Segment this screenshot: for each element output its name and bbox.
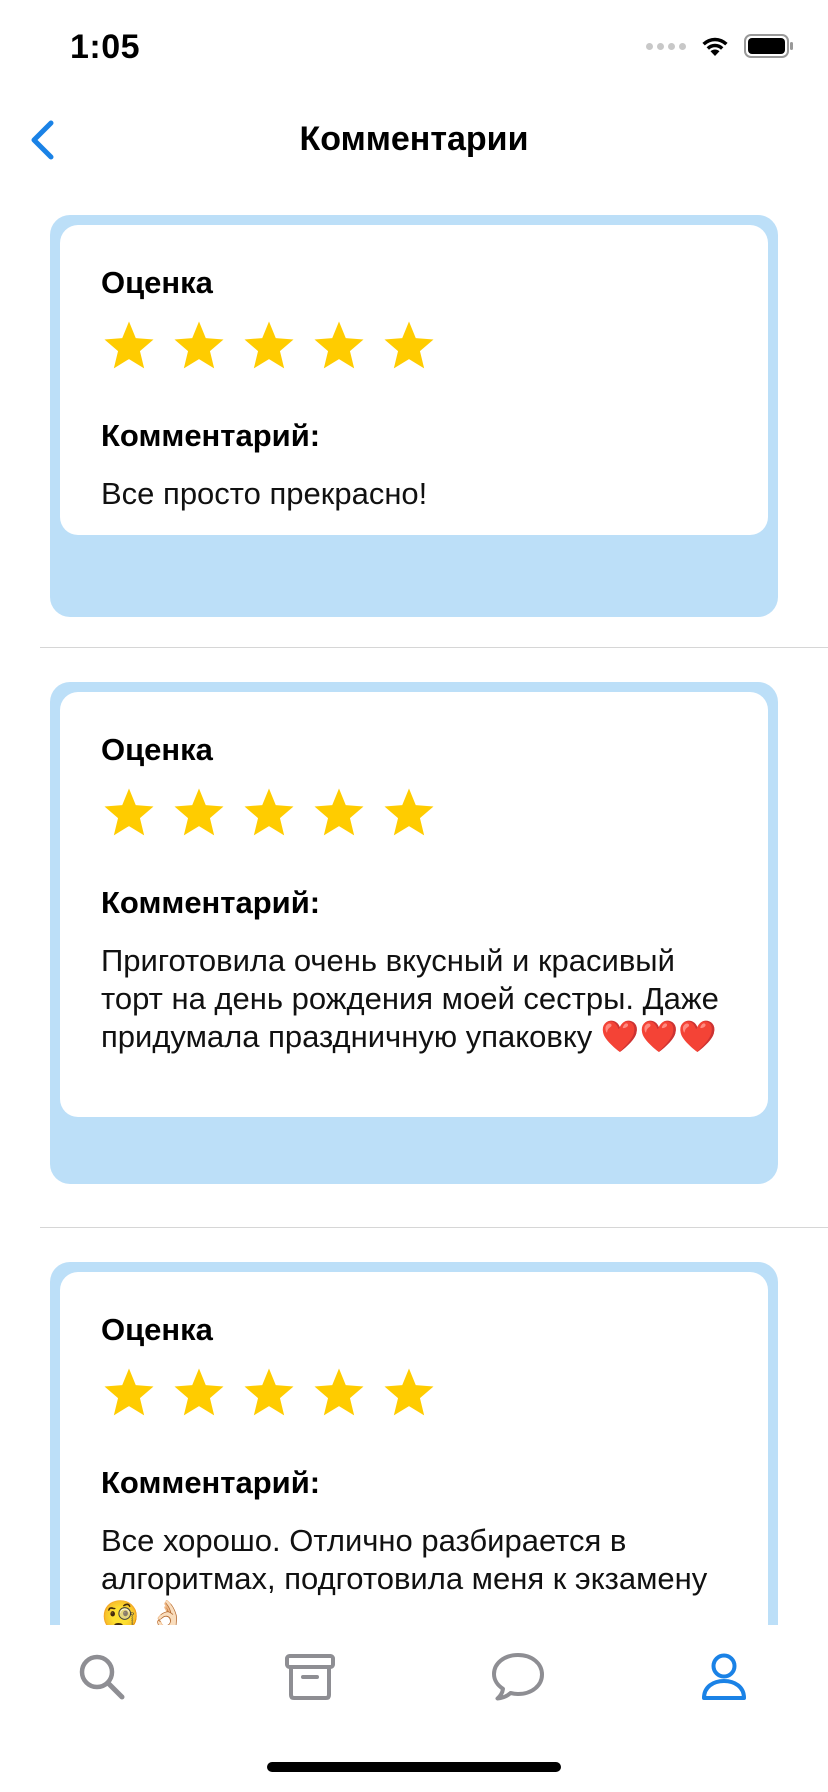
rating-label: Оценка [101, 732, 213, 767]
tab-messages[interactable] [478, 1637, 558, 1717]
star-icon [384, 321, 434, 369]
profile-icon [702, 1653, 746, 1700]
star-icon [384, 1368, 434, 1416]
page-title: Комментарии [299, 120, 529, 158]
divider [40, 1227, 828, 1228]
star-rating [101, 1365, 437, 1421]
star-icon [104, 788, 154, 836]
divider [40, 647, 828, 648]
chat-bubble-icon [492, 1653, 544, 1701]
wifi-icon [702, 37, 728, 56]
star-icon [244, 788, 294, 836]
rating-label: Оценка [101, 1312, 213, 1347]
star-rating [101, 785, 437, 841]
review-content: Оценка Комментарий: Все просто прекрасно… [60, 225, 768, 535]
star-icon [104, 321, 154, 369]
archive-icon [285, 1654, 335, 1700]
comments-screen: 1:05 Комментарии Оценка Комментарий: Все… [0, 0, 828, 1792]
cellular-signal-icon [646, 42, 686, 50]
star-icon [314, 321, 364, 369]
status-icons [646, 34, 794, 58]
battery-icon [744, 34, 793, 58]
star-icon [314, 788, 364, 836]
star-icon [384, 788, 434, 836]
star-icon [174, 321, 224, 369]
comment-label: Комментарий: [101, 418, 321, 453]
comment-text: Все просто прекрасно! [101, 476, 428, 511]
star-icon [244, 1368, 294, 1416]
status-time: 1:05 [70, 28, 141, 66]
star-icon [174, 1368, 224, 1416]
status-bar: 1:05 [0, 0, 828, 100]
review-card: Оценка Комментарий: Все хорошо. Отлично … [50, 1262, 778, 1625]
comment-label: Комментарий: [101, 1465, 321, 1500]
tab-search[interactable] [62, 1637, 142, 1717]
home-indicator [267, 1762, 561, 1772]
review-content: Оценка Комментарий: Приготовила очень вк… [60, 692, 768, 1117]
review-card: Оценка Комментарий: Приготовила очень вк… [50, 682, 778, 1184]
star-icon [104, 1368, 154, 1416]
comment-text: Приготовила очень вкусный и красивый тор… [101, 943, 719, 1054]
comment-text: Все хорошо. Отлично разбирается в алгори… [101, 1523, 708, 1625]
review-card: Оценка Комментарий: Все просто прекрасно… [50, 215, 778, 617]
tab-archive[interactable] [270, 1637, 350, 1717]
navigation-bar: Комментарии [0, 100, 828, 180]
review-content: Оценка Комментарий: Все хорошо. Отлично … [60, 1272, 768, 1625]
rating-label: Оценка [101, 265, 213, 300]
search-icon [79, 1654, 125, 1700]
star-icon [174, 788, 224, 836]
comments-list[interactable]: Оценка Комментарий: Все просто прекрасно… [0, 200, 828, 1625]
star-icon [244, 321, 294, 369]
tab-profile[interactable] [684, 1637, 764, 1717]
star-icon [314, 1368, 364, 1416]
star-rating [101, 318, 437, 374]
comment-label: Комментарий: [101, 885, 321, 920]
